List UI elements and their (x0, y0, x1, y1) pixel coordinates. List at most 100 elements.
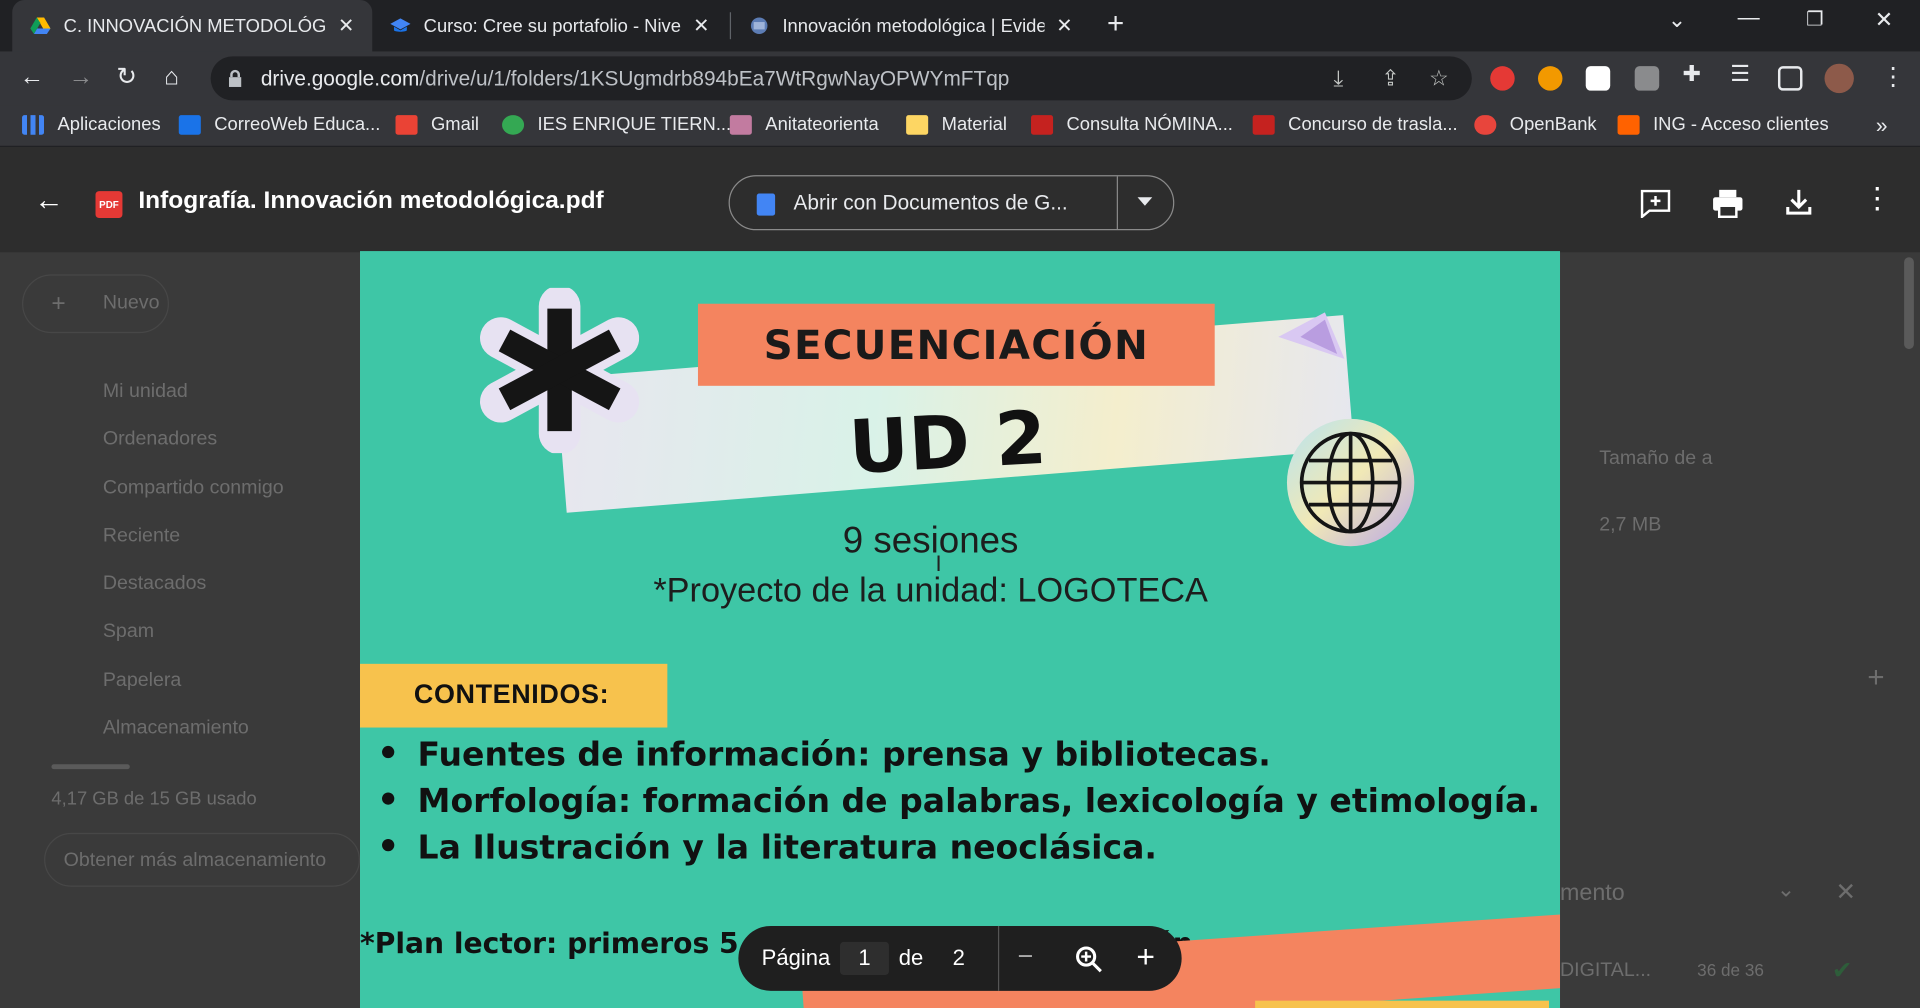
bookmark-correoweb[interactable]: CorreoWeb Educa... (178, 113, 381, 135)
close-tab-icon[interactable]: ✕ (693, 13, 709, 37)
get-storage-label: Obtener más almacenamiento (63, 850, 327, 871)
browser-menu-icon[interactable]: ⋮ (1881, 64, 1905, 91)
restore-icon[interactable]: ❐ (1806, 7, 1824, 31)
address-bar[interactable]: drive.google.com/drive/u/1/folders/1KSUg… (210, 56, 1472, 101)
zoom-out-icon[interactable]: − (1018, 941, 1034, 973)
grid-extension-icon[interactable] (1634, 66, 1660, 91)
back-arrow-icon[interactable]: ← (34, 184, 63, 218)
open-with-button[interactable]: Abrir con Documentos de G... (728, 175, 1175, 231)
zoom-in-icon[interactable]: + (1136, 938, 1155, 976)
google-docs-icon (756, 193, 776, 216)
movistar-extension-icon[interactable] (1585, 66, 1611, 91)
bookmark-concurso[interactable]: Concurso de trasla... (1252, 113, 1458, 135)
bookmark-material[interactable]: Material (906, 114, 1007, 135)
list-item-text: La Ilustración y la literatura neoclásic… (417, 829, 1157, 868)
lock-icon (228, 69, 242, 87)
tab-drive[interactable]: C. INNOVACIÓN METODOLÓGICA ✕ (12, 0, 373, 52)
bookmark-nomina[interactable]: Consulta NÓMINA... (1031, 114, 1233, 135)
bookmark-label: Concurso de trasla... (1288, 113, 1458, 135)
reload-icon[interactable]: ↻ (116, 64, 137, 91)
side-panel-icon[interactable] (1777, 66, 1803, 91)
print-icon[interactable] (1712, 189, 1744, 219)
forward-icon[interactable]: → (69, 64, 93, 91)
bookmark-gmail[interactable]: Gmail (395, 113, 479, 135)
tab-title: Innovación metodológica | Evidencias (782, 15, 1045, 37)
nav-my-drive: Mi unidad (102, 380, 188, 402)
new-tab-icon[interactable]: + (1107, 9, 1124, 39)
install-icon[interactable]: ⤓ (1333, 66, 1343, 92)
bookmark-ing[interactable]: ING - Acceso clientes (1617, 113, 1829, 135)
divider (1116, 176, 1118, 230)
nav-recent: Reciente (102, 525, 181, 547)
nav-spam: Spam (102, 620, 155, 642)
ing-lion-icon (1617, 114, 1640, 135)
bookmark-label: Anitateorienta (765, 113, 879, 135)
file-title: Infografía. Innovación metodológica.pdf (138, 187, 604, 215)
bookmark-ies[interactable]: IES ENRIQUE TIERN... (502, 114, 731, 135)
zoom-icon[interactable] (1074, 944, 1103, 973)
new-button-label: Nuevo (102, 292, 160, 314)
page-navigator: Página 1 de 2 − + (738, 925, 1182, 991)
back-icon[interactable]: ← (20, 64, 44, 91)
unit-title: UD 2 (846, 395, 1049, 492)
extensions-puzzle-icon[interactable]: ✚ (1682, 61, 1706, 85)
plus-icon: + (1867, 661, 1885, 695)
more-bookmarks-icon[interactable]: » (1876, 114, 1888, 138)
list-item: Fuentes de información: prensa y bibliot… (382, 736, 1540, 783)
url-host: drive.google.com (260, 67, 420, 91)
scrollbar[interactable] (1904, 257, 1914, 350)
openbank-icon (1474, 114, 1497, 135)
divider (997, 925, 1000, 991)
text-cursor-icon: I (935, 551, 942, 576)
plus-icon: + (51, 290, 66, 318)
project-text: *Proyecto de la unidad: LOGOTECA (653, 570, 1208, 609)
share-icon[interactable]: ⇪ (1381, 66, 1399, 92)
storage-bar (51, 764, 130, 770)
nav-computers: Ordenadores (102, 428, 218, 450)
close-tab-icon[interactable]: ✕ (1056, 13, 1072, 37)
bookmark-label: ING - Acceso clientes (1653, 113, 1829, 135)
bookmark-label: Gmail (431, 113, 479, 135)
bookmark-label: Consulta NÓMINA... (1066, 113, 1233, 135)
tab-search-icon[interactable]: ⌄ (1668, 7, 1686, 33)
list-item: La Ilustración y la literatura neoclásic… (382, 829, 1540, 876)
tab-innovacion[interactable]: Innovación metodológica | Evidencias ✕ (731, 0, 1090, 51)
tab-title: C. INNOVACIÓN METODOLÓGICA (63, 15, 326, 37)
profile-avatar[interactable] (1824, 63, 1854, 94)
close-tab-icon[interactable]: ✕ (338, 13, 354, 37)
key-extension-icon[interactable] (1537, 66, 1563, 91)
page-label: Página (761, 945, 831, 971)
add-comment-icon[interactable] (1640, 189, 1672, 219)
bookmark-star-icon[interactable]: ☆ (1429, 66, 1449, 92)
chevron-down-icon: ⌄ (1776, 876, 1796, 902)
upload-panel-count: 36 de 36 (1697, 960, 1764, 980)
secuenciacion-title: SECUENCIACIÓN (763, 320, 1150, 369)
screen: C. INNOVACIÓN METODOLÓGICA ✕ Curso: Cree… (0, 0, 1920, 1008)
adblock-extension-icon[interactable] (1490, 66, 1515, 91)
bookmark-label: IES ENRIQUE TIERN... (537, 113, 732, 135)
site-icon (729, 114, 752, 135)
url-text: drive.google.com/drive/u/1/folders/1KSUg… (261, 67, 1010, 91)
nav-storage: Almacenamiento (102, 717, 249, 739)
bullet-dot (382, 838, 395, 852)
minimize-icon[interactable]: — (1738, 5, 1760, 31)
tab-strip: C. INNOVACIÓN METODOLÓGICA ✕ Curso: Cree… (0, 0, 1920, 52)
caret-down-icon[interactable] (1137, 197, 1153, 206)
reading-list-icon[interactable]: ☰ (1730, 61, 1754, 85)
close-window-icon[interactable]: ✕ (1875, 7, 1893, 33)
bookmark-aplicaciones[interactable]: Aplicaciones (22, 114, 161, 135)
bookmark-openbank[interactable]: OpenBank (1474, 114, 1597, 135)
home-icon[interactable]: ⌂ (164, 64, 179, 91)
nav-shared: Compartido conmigo (102, 477, 284, 499)
bookmark-label: CorreoWeb Educa... (214, 113, 381, 135)
more-vert-icon[interactable]: ⋮ (1862, 181, 1891, 217)
size-column-header: Tamaño de a (1599, 448, 1713, 470)
of-label: de (898, 945, 924, 971)
viewer-header: ← PDF Infografía. Innovación metodológic… (0, 146, 1920, 253)
graduation-cap-icon (390, 18, 411, 32)
download-icon[interactable] (1785, 187, 1812, 216)
current-page[interactable]: 1 (858, 946, 870, 972)
bookmark-anitateorienta[interactable]: Anitateorienta (729, 113, 879, 135)
mail-icon (178, 114, 201, 135)
tab-curso[interactable]: Curso: Cree su portafolio - Nivel 1 ✕ (372, 0, 727, 51)
